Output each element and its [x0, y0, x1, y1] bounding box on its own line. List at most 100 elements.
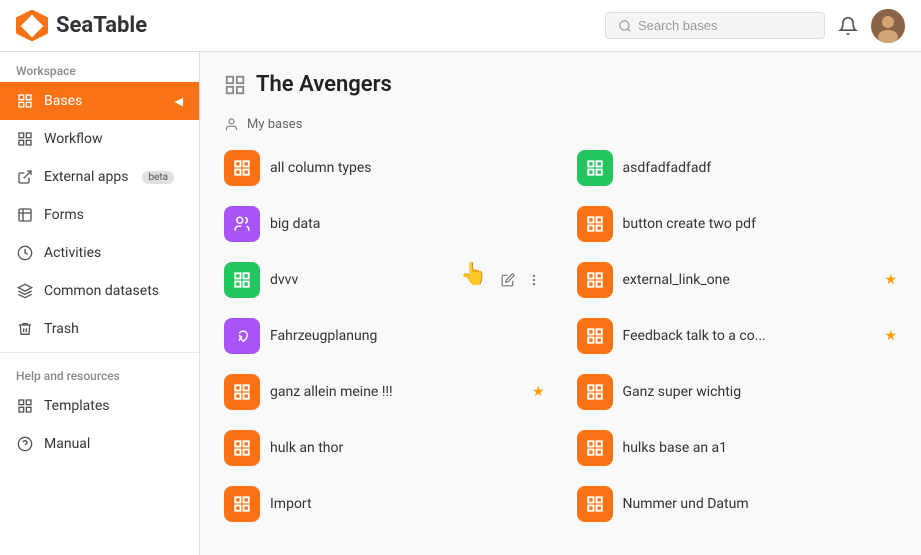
base-icon-big-data	[224, 206, 260, 242]
base-icon-ganz-allein	[224, 374, 260, 410]
base-item-ganz-allein[interactable]: ganz allein meine !!! ★	[208, 364, 561, 420]
activities-icon	[16, 244, 34, 262]
base-icon-import	[224, 486, 260, 522]
search-bar[interactable]	[605, 12, 825, 39]
sidebar-item-templates-label: Templates	[44, 398, 110, 414]
base-item-external-link-one[interactable]: external_link_one ★	[561, 252, 914, 308]
base-item-big-data[interactable]: big data	[208, 196, 561, 252]
base-icon-ganz-super	[577, 374, 613, 410]
forms-icon	[16, 206, 34, 224]
base-item-ganz-super[interactable]: Ganz super wichtig	[561, 364, 914, 420]
external-apps-icon	[16, 168, 34, 186]
dvvv-more-btn[interactable]	[523, 271, 545, 289]
base-item-button-create-two[interactable]: button create two pdf	[561, 196, 914, 252]
bases-icon	[16, 92, 34, 110]
base-icon-dvvv	[224, 262, 260, 298]
bell-icon[interactable]	[837, 15, 859, 37]
base-icon-feedback-talk	[577, 318, 613, 354]
sidebar-divider	[0, 352, 199, 353]
base-name-button-create-two: button create two pdf	[623, 216, 898, 232]
avatar[interactable]	[871, 9, 905, 43]
sidebar-item-workflow-label: Workflow	[44, 131, 103, 147]
base-item-dvvv[interactable]: dvvv	[208, 252, 561, 308]
trash-icon	[16, 320, 34, 338]
logo-icon	[16, 10, 48, 42]
base-icon-fahrzeugplanung	[224, 318, 260, 354]
sidebar-item-common-datasets[interactable]: Common datasets	[0, 272, 199, 310]
section-header: My bases	[200, 109, 921, 140]
base-name-ganz-super: Ganz super wichtig	[623, 384, 898, 400]
base-item-fahrzeugplanung[interactable]: Fahrzeugplanung	[208, 308, 561, 364]
manual-icon	[16, 435, 34, 453]
search-input[interactable]	[638, 18, 798, 33]
base-name-hulk-an-thor: hulk an thor	[270, 440, 545, 456]
base-item-feedback-talk[interactable]: Feedback talk to a co... ★	[561, 308, 914, 364]
topbar: SeaTable	[0, 0, 921, 52]
base-icon-asdfadfadfadf	[577, 150, 613, 186]
base-icon-button-create-two	[577, 206, 613, 242]
my-bases-label: My bases	[247, 117, 302, 132]
sidebar-item-activities[interactable]: Activities	[0, 234, 199, 272]
base-item-nummer-datum[interactable]: Nummer und Datum	[561, 476, 914, 532]
sidebar-item-manual-label: Manual	[44, 436, 90, 452]
sidebar-item-activities-label: Activities	[44, 245, 101, 261]
main-content: The Avengers My bases all column types	[200, 52, 921, 555]
layout: Workspace Bases ◀ Workflow External apps…	[0, 52, 921, 555]
dvvv-actions	[497, 271, 545, 289]
sidebar-item-bases-label: Bases	[44, 93, 82, 109]
topbar-icons	[837, 9, 905, 43]
search-icon	[618, 19, 632, 33]
sidebar-item-manual[interactable]: Manual	[0, 425, 199, 463]
base-name-import: Import	[270, 496, 545, 512]
ganz-allein-star[interactable]: ★	[532, 384, 545, 400]
group-icon	[224, 74, 246, 96]
base-name-feedback-talk: Feedback talk to a co...	[623, 328, 875, 344]
main-header: The Avengers	[200, 52, 921, 109]
base-item-asdfadfadfadf[interactable]: asdfadfadfadf	[561, 140, 914, 196]
sidebar-item-templates[interactable]: Templates	[0, 387, 199, 425]
base-icon-hulk-an-thor	[224, 430, 260, 466]
base-name-hulks-base: hulks base an a1	[623, 440, 898, 456]
sidebar-item-forms-label: Forms	[44, 207, 84, 223]
person-icon	[224, 117, 239, 132]
bases-chevron: ◀	[175, 95, 183, 108]
bases-column-left: all column types big data dvvv	[208, 140, 561, 532]
bases-grid: all column types big data dvvv	[200, 140, 921, 532]
beta-badge: beta	[142, 171, 174, 184]
workflow-icon	[16, 130, 34, 148]
sidebar-item-forms[interactable]: Forms	[0, 196, 199, 234]
sidebar-item-external-apps[interactable]: External apps beta	[0, 158, 199, 196]
logo-text: SeaTable	[56, 13, 147, 38]
logo-diamond	[21, 14, 44, 37]
sidebar-item-trash-label: Trash	[44, 321, 79, 337]
base-item-all-column-types[interactable]: all column types	[208, 140, 561, 196]
base-name-ganz-allein: ganz allein meine !!!	[270, 384, 522, 400]
sidebar-item-workflow[interactable]: Workflow	[0, 120, 199, 158]
workspace-label: Workspace	[0, 52, 199, 82]
base-name-external-link-one: external_link_one	[623, 272, 875, 288]
base-name-all-column-types: all column types	[270, 160, 545, 176]
sidebar-item-external-apps-label: External apps	[44, 169, 128, 185]
base-name-asdfadfadfadf: asdfadfadfadf	[623, 160, 898, 176]
base-icon-nummer-datum	[577, 486, 613, 522]
base-name-nummer-datum: Nummer und Datum	[623, 496, 898, 512]
help-section-label: Help and resources	[0, 357, 199, 387]
base-item-hulks-base[interactable]: hulks base an a1	[561, 420, 914, 476]
base-icon-external-link-one	[577, 262, 613, 298]
feedback-star[interactable]: ★	[884, 328, 897, 344]
sidebar-item-common-datasets-label: Common datasets	[44, 283, 159, 299]
templates-icon	[16, 397, 34, 415]
bases-column-right: asdfadfadfadf button create two pdf exte…	[561, 140, 914, 532]
sidebar: Workspace Bases ◀ Workflow External apps…	[0, 52, 200, 555]
base-name-big-data: big data	[270, 216, 545, 232]
sidebar-item-trash[interactable]: Trash	[0, 310, 199, 348]
external-link-star[interactable]: ★	[884, 272, 897, 288]
base-name-fahrzeugplanung: Fahrzeugplanung	[270, 328, 545, 344]
group-title: The Avengers	[256, 72, 392, 97]
logo: SeaTable	[16, 10, 147, 42]
base-item-hulk-an-thor[interactable]: hulk an thor	[208, 420, 561, 476]
dvvv-edit-btn[interactable]	[497, 271, 519, 289]
sidebar-item-bases[interactable]: Bases ◀	[0, 82, 199, 120]
base-item-import[interactable]: Import	[208, 476, 561, 532]
base-name-dvvv: dvvv	[270, 272, 487, 288]
